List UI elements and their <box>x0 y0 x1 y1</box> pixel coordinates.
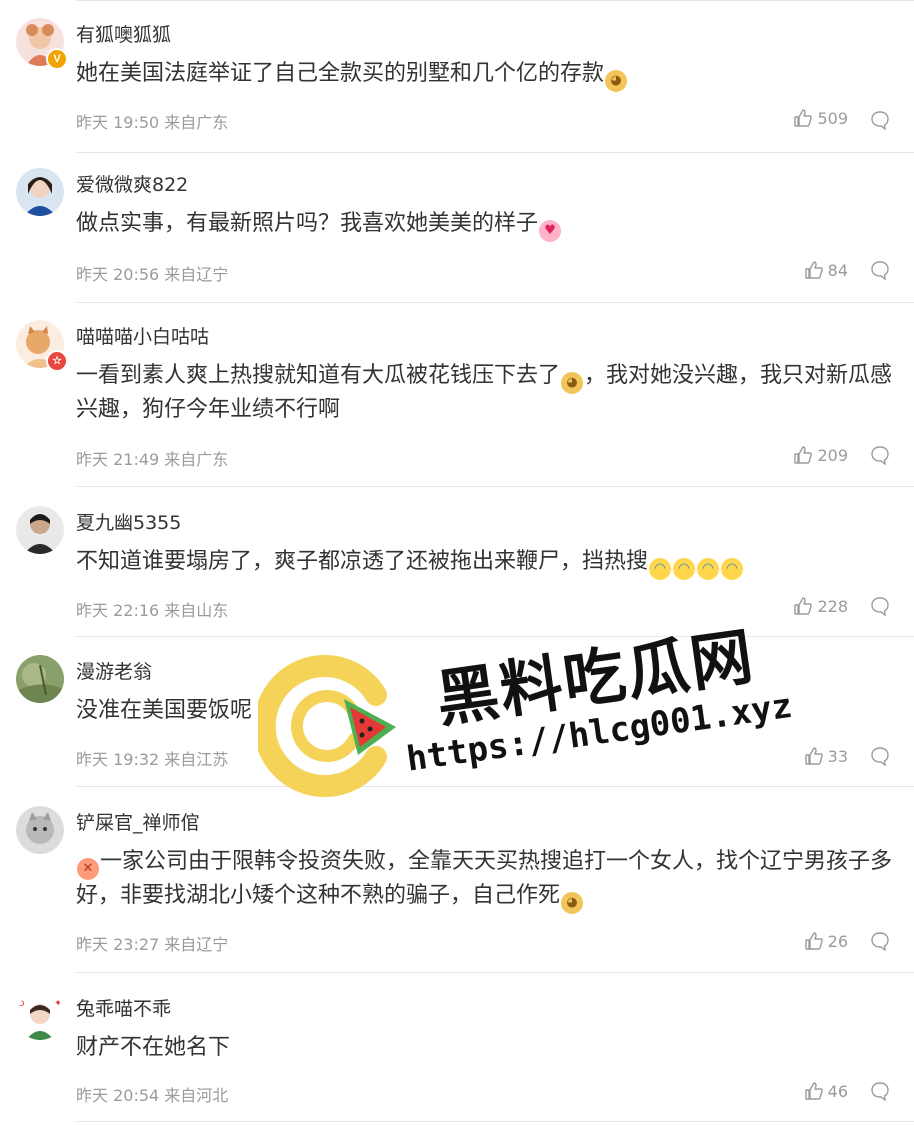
like-button[interactable]: 46 <box>804 1081 848 1101</box>
avatar[interactable] <box>16 655 64 703</box>
comment-bubble-icon[interactable] <box>870 110 890 130</box>
comment-text: 财产不在她名下 <box>76 1032 896 1063</box>
avatar[interactable] <box>16 168 64 216</box>
like-button[interactable]: 209 <box>793 445 848 465</box>
comment-text-body: 不知道谁要塌房了，爽子都凉透了还被拖出来鞭尸，挡热搜 <box>76 549 649 574</box>
svg-text:✦: ✦ <box>54 998 62 1009</box>
comment-bubble-icon[interactable] <box>870 1081 890 1101</box>
laugh-cry-emoji-icon: ◠ <box>673 558 696 580</box>
angry-emoji-icon: ✕ <box>77 858 99 880</box>
comment-meta: 昨天 19:32 来自江苏 <box>76 750 229 769</box>
like-button[interactable]: 33 <box>804 746 848 766</box>
thumbs-up-icon <box>794 109 813 127</box>
username[interactable]: 铲屎官_禅师倌 <box>76 808 200 835</box>
comment-divider <box>76 302 914 303</box>
comment-divider <box>76 486 914 487</box>
comment-divider <box>76 152 914 153</box>
comment-divider <box>76 786 914 787</box>
comment-divider <box>76 1121 914 1122</box>
avatar[interactable]: ↄ ✦ <box>16 992 64 1040</box>
svg-text:ↄ: ↄ <box>19 998 25 1009</box>
watermark-logo-icon <box>258 655 396 797</box>
comment-text-body: 财产不在她名下 <box>76 1035 231 1060</box>
doge-emoji-icon: ◕ <box>605 70 628 92</box>
like-count: 26 <box>827 931 848 951</box>
comment-bubble-icon[interactable] <box>870 931 890 951</box>
like-count: 33 <box>827 746 848 766</box>
comment-meta: 昨天 23:27 来自辽宁 <box>76 935 229 954</box>
heart-eyes-emoji-icon: ♥ <box>539 220 562 242</box>
username[interactable]: 有狐噢狐狐 <box>76 20 171 47</box>
comment-bubble-icon[interactable] <box>870 445 890 465</box>
like-count: 46 <box>827 1081 848 1101</box>
laugh-cry-emoji-icon: ◠ <box>721 558 744 580</box>
comment-text: ✕ 一家公司由于限韩令投资失败，全靠天天买热搜追打一个女人，找个辽宁男孩子多好，非… <box>76 846 896 914</box>
comment-text-body: 她在美国法庭举证了自己全款买的别墅和几个亿的存款 <box>76 61 605 86</box>
verified-badge: V <box>46 48 68 70</box>
laugh-cry-emoji-icon: ◠ <box>649 558 672 580</box>
thumbs-up-icon <box>804 261 823 279</box>
top-divider <box>76 0 914 1</box>
like-count: 84 <box>827 260 848 280</box>
thumbs-up-icon <box>794 446 813 464</box>
comment-divider <box>76 972 914 973</box>
comment-bubble-icon[interactable] <box>870 746 890 766</box>
comment-meta: 昨天 21:49 来自广东 <box>76 450 229 469</box>
comment-text-body: 一家公司由于限韩令投资失败，全靠天天买热搜追打一个女人，找个辽宁男孩子多好，非要… <box>76 849 893 908</box>
comment-meta: 昨天 20:54 来自河北 <box>76 1086 229 1105</box>
laugh-cry-emoji-icon: ◠ <box>697 558 720 580</box>
thumbs-up-icon <box>794 597 813 615</box>
thumbs-up-icon <box>804 1082 823 1100</box>
doge-emoji-icon: ◕ <box>561 892 584 914</box>
comment-meta: 昨天 20:56 来自辽宁 <box>76 265 229 284</box>
comment-meta: 昨天 19:50 来自广东 <box>76 113 229 132</box>
avatar[interactable] <box>16 506 64 554</box>
doge-emoji-icon: ◕ <box>561 372 584 394</box>
username[interactable]: 爱微微爽822 <box>76 170 188 197</box>
comment-text-body: 一看到素人爽上热搜就知道有大瓜被花钱压下去了 <box>76 363 561 388</box>
thumbs-up-icon <box>804 747 823 765</box>
comment-text: 不知道谁要塌房了，爽子都凉透了还被拖出来鞭尸，挡热搜 ◠ ◠ ◠ ◠ <box>76 546 896 580</box>
username[interactable]: 漫游老翁 <box>76 657 152 684</box>
comment-text-body: 做点实事，有最新照片吗？我喜欢她美美的样子 <box>76 211 539 236</box>
comment-bubble-icon[interactable] <box>870 260 890 280</box>
like-button[interactable]: 509 <box>793 108 848 128</box>
comment-text: 做点实事，有最新照片吗？我喜欢她美美的样子 ♥ <box>76 208 896 242</box>
comment-text-body: 没准在美国要饭呢 <box>76 698 253 723</box>
username[interactable]: 喵喵喵小白咕咕 <box>76 322 209 349</box>
like-button[interactable]: 26 <box>804 931 848 951</box>
like-count: 228 <box>817 596 848 616</box>
thumbs-up-icon <box>804 932 823 950</box>
like-button[interactable]: 84 <box>804 260 848 280</box>
comment-text: 她在美国法庭举证了自己全款买的别墅和几个亿的存款 ◕ <box>76 58 896 92</box>
comment-bubble-icon[interactable] <box>870 596 890 616</box>
comment-text: 一看到素人爽上热搜就知道有大瓜被花钱压下去了 ◕ ，我对她没兴趣，我只对新瓜感兴趣，… <box>76 360 896 425</box>
username[interactable]: 兔乖喵不乖 <box>76 994 171 1021</box>
avatar[interactable] <box>16 806 64 854</box>
verified-badge: ☆ <box>46 350 68 372</box>
username[interactable]: 夏九幽5355 <box>76 508 181 535</box>
like-count: 209 <box>817 445 848 465</box>
like-count: 509 <box>817 108 848 128</box>
comment-meta: 昨天 22:16 来自山东 <box>76 601 229 620</box>
like-button[interactable]: 228 <box>793 596 848 616</box>
comment-divider <box>76 636 914 637</box>
